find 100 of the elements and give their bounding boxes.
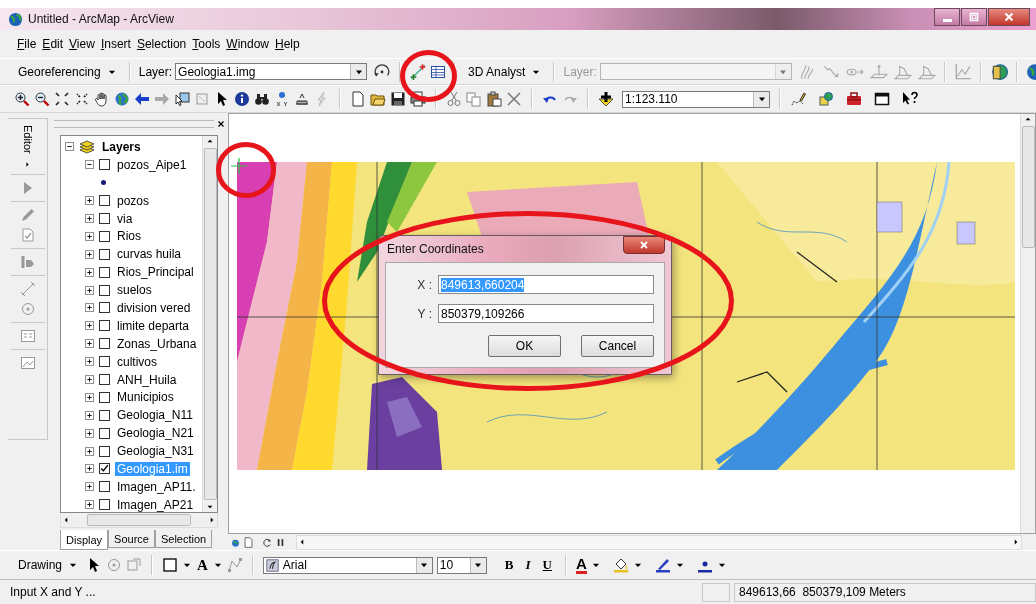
dialog-button[interactable]: OK xyxy=(488,335,561,357)
layer-checkbox[interactable] xyxy=(99,213,110,224)
layer-name[interactable]: Imagen_AP21 xyxy=(115,497,196,512)
layer-name[interactable]: ANH_Huila xyxy=(115,372,179,387)
scrollbar-thumb[interactable] xyxy=(203,148,217,500)
help-pointer-icon[interactable] xyxy=(902,91,918,107)
fill-color-icon[interactable] xyxy=(612,557,629,573)
layer-checkbox[interactable] xyxy=(99,427,110,439)
minimize-button[interactable] xyxy=(934,8,960,26)
font-style-button[interactable]: U xyxy=(538,557,556,573)
layer-checkbox[interactable] xyxy=(99,356,110,368)
catalog-icon[interactable] xyxy=(818,91,834,107)
text-tool-button[interactable]: A xyxy=(196,556,209,574)
menu-item[interactable]: Help xyxy=(272,35,303,53)
layer-checkbox[interactable] xyxy=(99,374,110,385)
layer-name[interactable]: via xyxy=(115,211,135,226)
font-style-button[interactable]: I xyxy=(521,557,535,573)
layer-name[interactable]: curvas huila xyxy=(115,247,184,262)
expand-toggle[interactable] xyxy=(85,339,94,349)
cut-icon[interactable] xyxy=(446,91,462,107)
layer-dropdown[interactable]: Geologia1.img xyxy=(175,63,368,80)
menu-item[interactable]: Insert xyxy=(97,35,134,53)
layer-name[interactable]: Imagen_AP11. xyxy=(115,479,198,494)
menu-item[interactable]: File xyxy=(14,35,40,53)
paste-icon[interactable] xyxy=(486,91,502,107)
add-control-points-icon[interactable] xyxy=(409,62,428,81)
expand-toggle[interactable] xyxy=(85,357,94,367)
window-icon[interactable] xyxy=(874,91,890,107)
expand-toggle[interactable] xyxy=(85,231,94,241)
scale-dropdown[interactable]: 1:123.110 xyxy=(622,90,770,108)
expand-toggle[interactable] xyxy=(85,375,94,384)
new-document-icon[interactable] xyxy=(350,91,366,107)
expand-toggle[interactable] xyxy=(85,321,94,331)
arrows-in-icon[interactable] xyxy=(54,91,70,107)
layer-name[interactable]: Rios xyxy=(115,229,143,244)
font-color-button[interactable]: A xyxy=(576,556,587,574)
print-icon[interactable] xyxy=(410,91,426,107)
menu-item[interactable]: Edit xyxy=(39,35,67,53)
expand-toggle[interactable] xyxy=(85,249,94,259)
line-color-icon[interactable] xyxy=(654,557,671,573)
expand-toggle[interactable] xyxy=(85,482,94,492)
layer-checkbox[interactable] xyxy=(99,284,110,296)
close-button[interactable] xyxy=(988,8,1030,26)
layer-checkbox[interactable] xyxy=(99,445,110,457)
expand-toggle[interactable] xyxy=(85,160,94,170)
rectangle-icon[interactable] xyxy=(162,557,178,573)
binoculars-icon[interactable] xyxy=(254,91,270,107)
layer-name[interactable]: Municipios xyxy=(115,390,176,405)
font-dropdown[interactable]: Arial xyxy=(262,556,433,574)
expand-toggle[interactable] xyxy=(85,500,94,510)
layer-name[interactable]: division vered xyxy=(115,300,193,315)
building-globe-icon[interactable] xyxy=(989,62,1008,81)
layer-checkbox[interactable] xyxy=(99,266,110,278)
zoom-in-icon[interactable] xyxy=(14,91,30,107)
editor-menu[interactable]: Editor xyxy=(21,125,34,154)
info-icon[interactable] xyxy=(234,91,250,107)
open-folder-icon[interactable] xyxy=(370,91,386,107)
toc-tab[interactable]: Source xyxy=(108,530,155,548)
expand-toggle[interactable] xyxy=(85,464,94,474)
zoom-out-icon[interactable] xyxy=(34,91,50,107)
refresh-icon[interactable] xyxy=(262,536,273,548)
expand-toggle[interactable] xyxy=(85,214,94,223)
scrollbar-thumb[interactable] xyxy=(1021,126,1035,248)
close-icon[interactable] xyxy=(216,119,226,129)
layer-checkbox[interactable] xyxy=(99,499,110,511)
layer-checkbox[interactable] xyxy=(99,230,110,242)
xy-point-icon[interactable] xyxy=(274,91,290,107)
back-arrow-icon[interactable] xyxy=(134,91,150,107)
layer-name[interactable]: Zonas_Urbana xyxy=(115,336,199,351)
expand-toggle[interactable] xyxy=(65,142,74,152)
layer-name[interactable]: Rios_Principal xyxy=(115,265,196,280)
drawing-menu[interactable]: Drawing xyxy=(14,556,82,574)
layer-name[interactable]: cultivos xyxy=(115,354,159,369)
expand-toggle[interactable] xyxy=(85,410,94,420)
layer-name[interactable]: suelos xyxy=(115,283,154,298)
layer-checkbox[interactable] xyxy=(99,391,110,403)
menu-item[interactable]: Window xyxy=(223,35,272,53)
expand-toggle[interactable] xyxy=(85,285,94,295)
layer-name[interactable]: limite departa xyxy=(115,318,192,333)
dialog-button[interactable]: Cancel xyxy=(581,335,654,357)
expand-toggle[interactable] xyxy=(85,196,94,206)
delete-icon[interactable] xyxy=(506,91,522,107)
task-sheet-icon[interactable] xyxy=(19,226,36,243)
layer-name[interactable]: pozos xyxy=(115,193,152,208)
restore-button[interactable] xyxy=(961,8,987,26)
expand-toggle[interactable] xyxy=(85,267,94,277)
expand-toggle[interactable] xyxy=(85,392,94,402)
font-style-button[interactable]: B xyxy=(500,557,518,573)
layer-checkbox[interactable] xyxy=(99,195,110,207)
globe-icon[interactable] xyxy=(114,91,130,107)
layer-checkbox[interactable] xyxy=(99,248,110,260)
coordinate-input[interactable]: 850379,109266 xyxy=(438,304,654,323)
menu-item[interactable]: Tools xyxy=(189,35,224,53)
layer-name[interactable]: Geologia_N21 xyxy=(115,426,196,441)
layer-checkbox[interactable] xyxy=(99,302,110,314)
menu-item[interactable]: View xyxy=(66,35,98,53)
measure-icon[interactable] xyxy=(294,91,310,107)
select-features-icon[interactable] xyxy=(174,91,190,107)
layer-checkbox[interactable] xyxy=(99,159,110,171)
layer-checkbox[interactable] xyxy=(99,463,110,475)
